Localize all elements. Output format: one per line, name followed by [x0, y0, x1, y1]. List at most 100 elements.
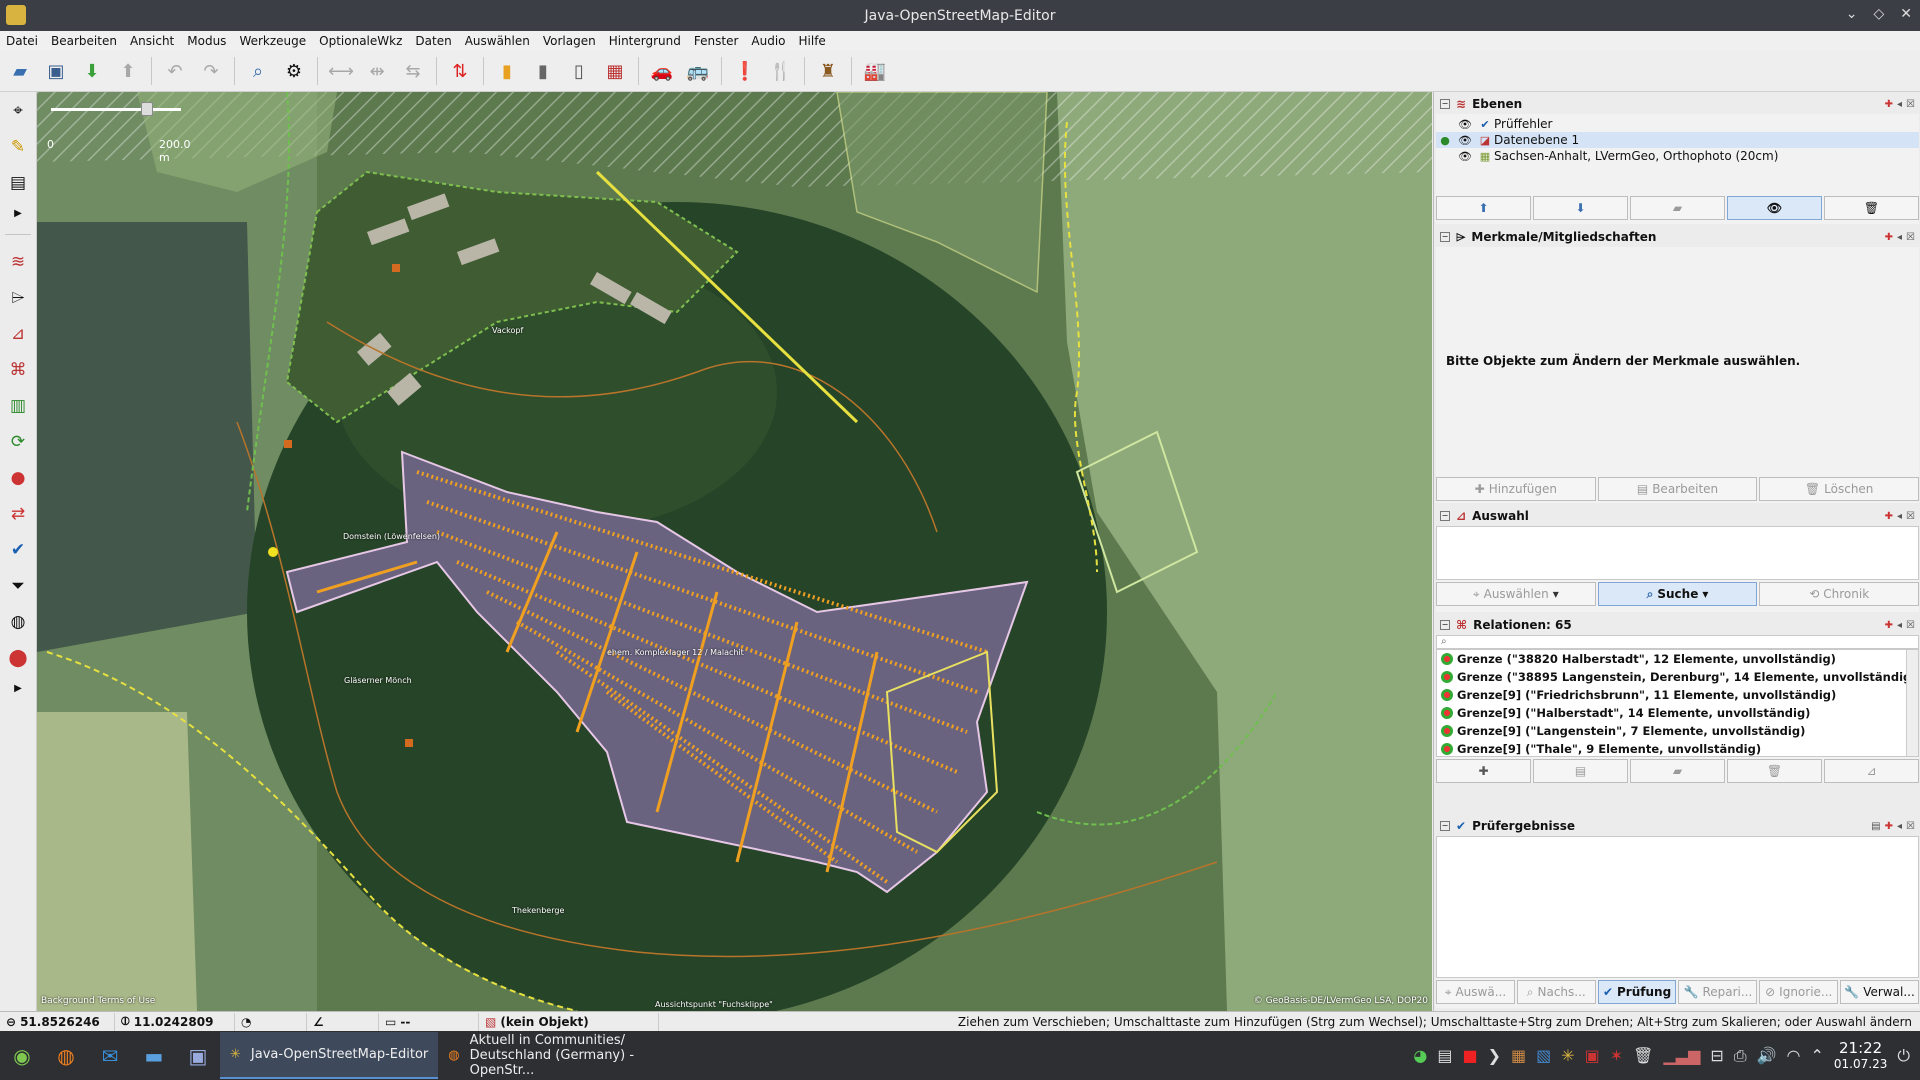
zoom-tool-icon[interactable]: ▤: [3, 168, 33, 198]
trash-tray-icon[interactable]: 🗑: [1633, 1046, 1653, 1065]
selection-list[interactable]: [1436, 526, 1919, 580]
edit-tag-button[interactable]: ▤ Bearbeiten: [1597, 477, 1758, 501]
clock[interactable]: 21:22 01.07.23: [1834, 1040, 1887, 1072]
layers-panel-header[interactable]: − ≋ Ebenen ✚ ◂ ☒: [1436, 94, 1919, 114]
validator-fix-button[interactable]: 🔧 Repari...: [1678, 980, 1758, 1004]
open-icon[interactable]: ▰: [4, 55, 36, 87]
layers-toggle-icon[interactable]: ≋: [3, 247, 33, 277]
add-tag-button[interactable]: ✚ Hinzufügen: [1436, 477, 1596, 501]
validator-lookup-button[interactable]: ⌕ Nachs...: [1516, 980, 1596, 1004]
document-icon[interactable]: ▧: [1536, 1046, 1551, 1065]
relation-row[interactable]: Grenze[9] ("Thale", 9 Elemente, unvollst…: [1437, 740, 1918, 756]
validator-ignore-button[interactable]: ⊘ Ignorie...: [1759, 980, 1839, 1004]
volume-icon[interactable]: 🔊: [1757, 1046, 1777, 1065]
zoom-icon[interactable]: ⌕: [242, 55, 274, 87]
notes-icon[interactable]: ◍: [3, 607, 33, 637]
printer-icon[interactable]: ⎙: [1734, 1046, 1747, 1066]
new-relation-button[interactable]: ✚: [1436, 759, 1531, 783]
detach-icon[interactable]: ◂: [1897, 511, 1902, 522]
validator-results-tree[interactable]: [1436, 836, 1919, 978]
josm-tray-icon[interactable]: ✳: [1561, 1046, 1574, 1065]
red-app-icon[interactable]: ■: [1462, 1046, 1477, 1065]
undo-icon[interactable]: ↶: [159, 55, 191, 87]
console-icon[interactable]: ❯: [1488, 1046, 1501, 1065]
collapse-toggle-icon[interactable]: −: [1440, 511, 1450, 521]
wifi-icon[interactable]: ◠: [1787, 1046, 1801, 1065]
presentation-icon[interactable]: ▣: [1585, 1046, 1600, 1065]
file-manager-icon[interactable]: ▬: [132, 1034, 176, 1078]
power-icon[interactable]: ⏻: [1897, 1046, 1910, 1066]
menu-ansicht[interactable]: Ansicht: [130, 34, 174, 48]
visibility-eye-icon[interactable]: 👁: [1454, 118, 1476, 131]
tags-panel-header[interactable]: − ⌲ Merkmale/Mitgliedschaften ✚ ◂ ☒: [1436, 227, 1919, 247]
layer-row-orthophoto[interactable]: 👁 ▦ Sachsen-Anhalt, LVermGeo, Orthophoto…: [1436, 148, 1919, 164]
move-up-button[interactable]: ⬆: [1436, 196, 1531, 220]
collapse-toggle-icon[interactable]: −: [1440, 99, 1450, 109]
screenshot-icon[interactable]: ▣: [176, 1034, 220, 1078]
relations-toggle-icon[interactable]: ⌘: [3, 355, 33, 385]
more-dialogs-arrow-icon[interactable]: ▶: [7, 679, 29, 697]
draw-tool-icon[interactable]: ✎: [3, 132, 33, 162]
help-icon[interactable]: ✚: [1885, 511, 1893, 522]
selection-panel-header[interactable]: − ⊿ Auswahl ✚ ◂ ☒: [1436, 506, 1919, 526]
firefox-icon[interactable]: ◍: [44, 1034, 88, 1078]
menu-optionalewkz[interactable]: OptionaleWkz: [319, 34, 402, 48]
dosbox-icon[interactable]: ▦: [1511, 1046, 1526, 1065]
menu-daten[interactable]: Daten: [415, 34, 451, 48]
track-preset-icon[interactable]: ▮: [527, 55, 559, 87]
edit-relation-button[interactable]: ▤: [1533, 759, 1628, 783]
help-icon[interactable]: ✚: [1885, 821, 1893, 832]
menu-auswaehlen[interactable]: Auswählen: [465, 34, 530, 48]
merge-layer-button[interactable]: ▰: [1630, 196, 1725, 220]
active-check-icon[interactable]: ●: [1436, 134, 1454, 147]
relations-panel-header[interactable]: − ⌘ Relationen: 65 ✚ ◂ ☒: [1436, 615, 1919, 635]
evernote-icon[interactable]: ◕: [1413, 1046, 1427, 1065]
detach-icon[interactable]: ◂: [1897, 620, 1902, 631]
upload-icon[interactable]: ⬆: [112, 55, 144, 87]
mail-icon[interactable]: ✉: [88, 1034, 132, 1078]
tray-expand-icon[interactable]: ⌃: [1811, 1046, 1824, 1065]
task-firefox[interactable]: ◍ Aktuell in Communities/ Deutschland (Ge…: [438, 1032, 708, 1079]
move-down-button[interactable]: ⬇: [1533, 196, 1628, 220]
layer-row-prueffehler[interactable]: 👁 ✔ Prüffehler: [1436, 116, 1919, 132]
validator-run-button[interactable]: ✔ Prüfung: [1597, 980, 1677, 1004]
delete-relation-button[interactable]: 🗑: [1727, 759, 1822, 783]
split-way-icon[interactable]: ⟷: [325, 55, 357, 87]
direction-icon[interactable]: ⇅: [444, 55, 476, 87]
select-members-button[interactable]: ⊿: [1824, 759, 1919, 783]
select-button[interactable]: ⌖ Auswählen ▾: [1436, 582, 1596, 606]
dropdown-icon[interactable]: ▾: [1553, 587, 1559, 601]
redo-icon[interactable]: ↷: [195, 55, 227, 87]
car-icon[interactable]: 🚗: [646, 55, 678, 87]
selection-toggle-icon[interactable]: ⊿: [3, 319, 33, 349]
visibility-eye-icon[interactable]: 👁: [1454, 150, 1476, 163]
menu-werkzeuge[interactable]: Werkzeuge: [239, 34, 306, 48]
close-panel-icon[interactable]: ☒: [1906, 99, 1915, 110]
dropdown-icon[interactable]: ▾: [1702, 587, 1708, 601]
menu-hintergrund[interactable]: Hintergrund: [609, 34, 681, 48]
history-icon[interactable]: ⇄: [3, 499, 33, 529]
history-button[interactable]: ⟲ Chronik: [1759, 582, 1920, 606]
combine-way-icon[interactable]: ⇹: [361, 55, 393, 87]
wall-preset-icon[interactable]: ▦: [599, 55, 631, 87]
task-josm[interactable]: ✳ Java-OpenStreetMap-Editor: [220, 1032, 439, 1079]
network-graph-icon[interactable]: ✶: [1610, 1046, 1623, 1065]
relation-row[interactable]: Grenze[9] ("Langenstein", 7 Elemente, un…: [1437, 722, 1918, 740]
reverse-way-icon[interactable]: ⇆: [397, 55, 429, 87]
menu-bearbeiten[interactable]: Bearbeiten: [51, 34, 117, 48]
collapse-toggle-icon[interactable]: −: [1440, 821, 1450, 831]
traffic-light-icon[interactable]: ▯: [563, 55, 595, 87]
authors-icon[interactable]: ●: [3, 463, 33, 493]
menu-fenster[interactable]: Fenster: [694, 34, 739, 48]
detach-icon[interactable]: ◂: [1897, 99, 1902, 110]
marker-icon[interactable]: ⬤: [3, 643, 33, 673]
menu-modus[interactable]: Modus: [187, 34, 226, 48]
duplicate-relation-button[interactable]: ▰: [1630, 759, 1725, 783]
road-preset-icon[interactable]: ▮: [491, 55, 523, 87]
background-terms-link[interactable]: Background Terms of Use: [41, 996, 155, 1006]
terminal-icon[interactable]: ▤: [1437, 1046, 1452, 1065]
download-icon[interactable]: ⬇: [76, 55, 108, 87]
validator-icon[interactable]: ✔: [3, 535, 33, 565]
help-icon[interactable]: ✚: [1885, 620, 1893, 631]
visibility-eye-icon[interactable]: 👁: [1454, 134, 1476, 147]
